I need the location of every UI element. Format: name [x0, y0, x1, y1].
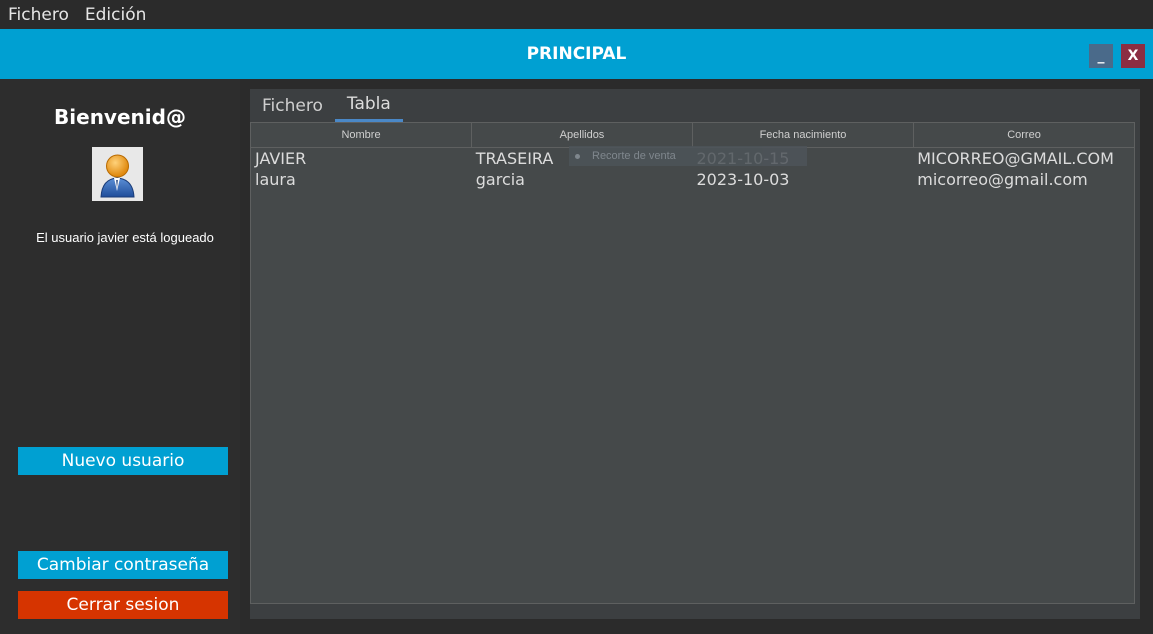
window-title: PRINCIPAL [526, 44, 627, 64]
tab-tabla[interactable]: Tabla [334, 89, 403, 122]
new-user-button[interactable]: Nuevo usuario [18, 447, 228, 475]
menu-bar: Fichero Edición [0, 0, 1153, 29]
login-status-text: El usuario javier está logueado [36, 230, 214, 245]
table-cell[interactable]: micorreo@gmail.com [913, 169, 1134, 190]
menu-edicion[interactable]: Edición [85, 5, 147, 25]
column-header-apellidos[interactable]: Apellidos [472, 123, 693, 147]
menu-fichero[interactable]: Fichero [8, 5, 69, 25]
column-header-fecha-nacimiento[interactable]: Fecha nacimiento [693, 123, 914, 147]
tab-panel: Fichero Tabla Nombre Apellidos Fecha nac… [250, 89, 1140, 619]
column-header-nombre[interactable]: Nombre [251, 123, 472, 147]
table-cell[interactable]: laura [251, 169, 472, 190]
table-cell[interactable]: MICORREO@GMAIL.COM [913, 148, 1134, 169]
table-cell[interactable]: garcia [472, 169, 693, 190]
user-icon [100, 154, 135, 198]
table-row[interactable]: laura garcia 2023-10-03 micorreo@gmail.c… [251, 169, 1134, 190]
table-header: Nombre Apellidos Fecha nacimiento Correo [251, 123, 1134, 148]
avatar [92, 147, 143, 201]
close-button[interactable]: X [1121, 44, 1145, 68]
title-bar: PRINCIPAL _ X [0, 29, 1153, 79]
table-cell[interactable]: 2023-10-03 [693, 169, 914, 190]
tab-fichero[interactable]: Fichero [250, 89, 335, 122]
minimize-button[interactable]: _ [1089, 44, 1113, 68]
main-area: Fichero Tabla Nombre Apellidos Fecha nac… [240, 79, 1153, 634]
welcome-heading: Bienvenid@ [54, 105, 186, 129]
users-table: Nombre Apellidos Fecha nacimiento Correo… [250, 122, 1135, 604]
logout-button[interactable]: Cerrar sesion [18, 591, 228, 619]
overlay-label: Recorte de venta [592, 150, 676, 162]
snip-overlay: Recorte de venta [569, 146, 807, 166]
change-password-button[interactable]: Cambiar contraseña [18, 551, 228, 579]
tab-bar: Fichero Tabla [250, 89, 403, 122]
record-dot-icon [575, 153, 580, 159]
sidebar: Bienvenid@ El usuario javier está loguea… [0, 79, 240, 634]
column-header-correo[interactable]: Correo [914, 123, 1134, 147]
table-cell[interactable]: JAVIER [251, 148, 472, 169]
